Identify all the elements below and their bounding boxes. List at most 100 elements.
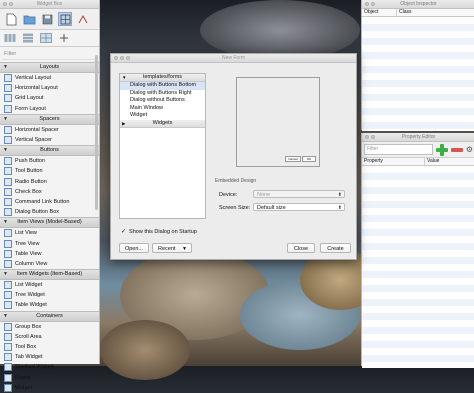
widget-item[interactable]: Table Widget [0, 300, 99, 310]
template-item[interactable]: Widget [120, 112, 205, 120]
widget-item[interactable]: Stacked Widget [0, 362, 99, 372]
close-button[interactable]: Close [287, 243, 315, 253]
edit-widgets-icon[interactable] [58, 12, 72, 26]
expand-triangle-icon[interactable]: ▼ [3, 312, 8, 321]
layout-grid-icon[interactable] [39, 31, 53, 45]
column-value[interactable]: Value [425, 158, 439, 165]
widget-item[interactable]: Tool Button [0, 166, 99, 176]
expand-triangle-icon[interactable]: ▼ [3, 63, 8, 72]
template-item[interactable]: Dialog with Buttons Bottom [120, 82, 205, 90]
widget-item[interactable]: Tool Box [0, 342, 99, 352]
minimize-icon[interactable] [120, 56, 124, 60]
widget-item[interactable]: Horizontal Layout [0, 83, 99, 93]
open-icon[interactable] [22, 12, 36, 26]
widget-category-header[interactable]: ▼ Spacers [0, 113, 99, 125]
form-preview: Cancel OK [236, 77, 320, 167]
widget-item[interactable]: Radio Button [0, 177, 99, 187]
widget-item[interactable]: Frame [0, 373, 99, 383]
open-button[interactable]: Open... [119, 243, 149, 253]
signals-slots-icon[interactable] [76, 12, 90, 26]
layout-horizontal-icon[interactable] [3, 31, 17, 45]
widget-item[interactable]: Table View [0, 249, 99, 259]
templates-group-header[interactable]: ▼ templates/forms [120, 74, 205, 82]
widget-category-header[interactable]: ▼ Containers [0, 310, 99, 322]
column-class[interactable]: Class [397, 9, 412, 16]
expand-triangle-icon[interactable]: ▼ [3, 218, 8, 227]
widget-category-header[interactable]: ▼ Item Widgets (Item-Based) [0, 269, 99, 280]
widget-item[interactable]: Dialog Button Box [0, 207, 99, 217]
widget-type-icon [4, 332, 12, 341]
widget-item-label: Table Widget [15, 302, 47, 309]
zoom-icon[interactable] [126, 56, 130, 60]
widget-item-label: Push Button [15, 158, 45, 165]
expand-triangle-icon[interactable]: ▼ [122, 74, 126, 81]
widget-item[interactable]: Vertical Spacer [0, 135, 99, 145]
collapse-triangle-icon[interactable]: ▶ [122, 120, 125, 127]
close-icon[interactable] [3, 2, 7, 6]
widget-category-header[interactable]: ▼ Buttons [0, 145, 99, 157]
object-inspector-titlebar: Object Inspector [362, 0, 474, 9]
widget-item[interactable]: Widget [0, 383, 99, 393]
widget-type-icon [4, 125, 12, 134]
expand-triangle-icon[interactable]: ▼ [3, 115, 8, 124]
save-icon[interactable] [40, 12, 54, 26]
widget-item[interactable]: Grid Layout [0, 93, 99, 103]
column-property[interactable]: Property [362, 158, 425, 165]
widget-item[interactable]: Form Layout [0, 104, 99, 114]
widget-category-label: Spacers [39, 115, 60, 122]
screen-size-combo[interactable]: Default size ⬍ [253, 203, 345, 211]
close-icon[interactable] [365, 135, 369, 139]
show-on-startup-checkbox[interactable]: ✓ Show this Dialog on Startup [121, 228, 197, 236]
template-item[interactable]: Dialog without Buttons [120, 97, 205, 105]
device-combo[interactable]: None ⬍ [253, 190, 345, 198]
minimize-icon[interactable] [371, 135, 375, 139]
remove-property-icon[interactable] [450, 147, 463, 152]
widget-type-icon [4, 301, 12, 310]
column-object[interactable]: Object [362, 9, 397, 16]
widget-item[interactable]: Tree View [0, 238, 99, 248]
widget-box-scrollbar[interactable] [95, 55, 98, 210]
minimize-icon[interactable] [9, 2, 13, 6]
show-on-startup-label: Show this Dialog on Startup [129, 228, 197, 235]
widget-item[interactable]: Horizontal Spacer [0, 125, 99, 135]
widget-item-label: Form Layout [15, 105, 46, 112]
object-list[interactable] [362, 17, 474, 131]
widget-category-header[interactable]: ▼ Item Views (Model-Based) [0, 217, 99, 229]
widget-item[interactable]: Command Link Button [0, 197, 99, 207]
template-item[interactable]: Main Window [120, 105, 205, 113]
create-button[interactable]: Create [320, 243, 351, 253]
expand-triangle-icon[interactable]: ▼ [3, 270, 8, 279]
widget-item[interactable]: Tree Widget [0, 290, 99, 300]
widget-item[interactable]: Scroll Area [0, 332, 99, 342]
widget-item[interactable]: Check Box [0, 187, 99, 197]
expand-triangle-icon[interactable]: ▼ [3, 146, 8, 155]
template-item[interactable]: Dialog with Buttons Right [120, 90, 205, 98]
settings-icon[interactable]: ⚙ [466, 145, 473, 154]
widget-item-label: Check Box [15, 188, 42, 195]
widget-item[interactable]: Push Button [0, 156, 99, 166]
close-icon[interactable] [365, 2, 369, 6]
checkmark-icon[interactable]: ✓ [121, 228, 126, 235]
widgets-group-header[interactable]: ▶ Widgets [120, 119, 205, 128]
widget-category-header[interactable]: ▼ Layouts [0, 62, 99, 73]
widget-category-label: Layouts [39, 64, 60, 70]
widget-item[interactable]: List Widget [0, 280, 99, 290]
close-icon[interactable] [114, 56, 118, 60]
widget-item[interactable]: Vertical Layout [0, 73, 99, 83]
recent-button[interactable]: Recent ▼ [152, 243, 192, 253]
widget-item[interactable]: Group Box [0, 322, 99, 332]
new-form-icon[interactable] [4, 12, 18, 26]
widget-type-icon [4, 187, 12, 196]
widget-item[interactable]: Tab Widget [0, 352, 99, 362]
widget-item-label: Dialog Button Box [15, 209, 60, 216]
minimize-icon[interactable] [371, 2, 375, 6]
adjust-size-icon[interactable] [57, 31, 71, 45]
add-property-icon[interactable] [435, 143, 448, 156]
widget-item[interactable]: List View [0, 228, 99, 238]
property-list[interactable] [362, 166, 474, 368]
widget-filter-input[interactable]: Filter [2, 49, 97, 60]
widget-item-label: Grid Layout [15, 95, 44, 102]
layout-vertical-icon[interactable] [21, 31, 35, 45]
widget-item[interactable]: Column View [0, 259, 99, 269]
property-filter-input[interactable]: Filter [364, 144, 433, 155]
